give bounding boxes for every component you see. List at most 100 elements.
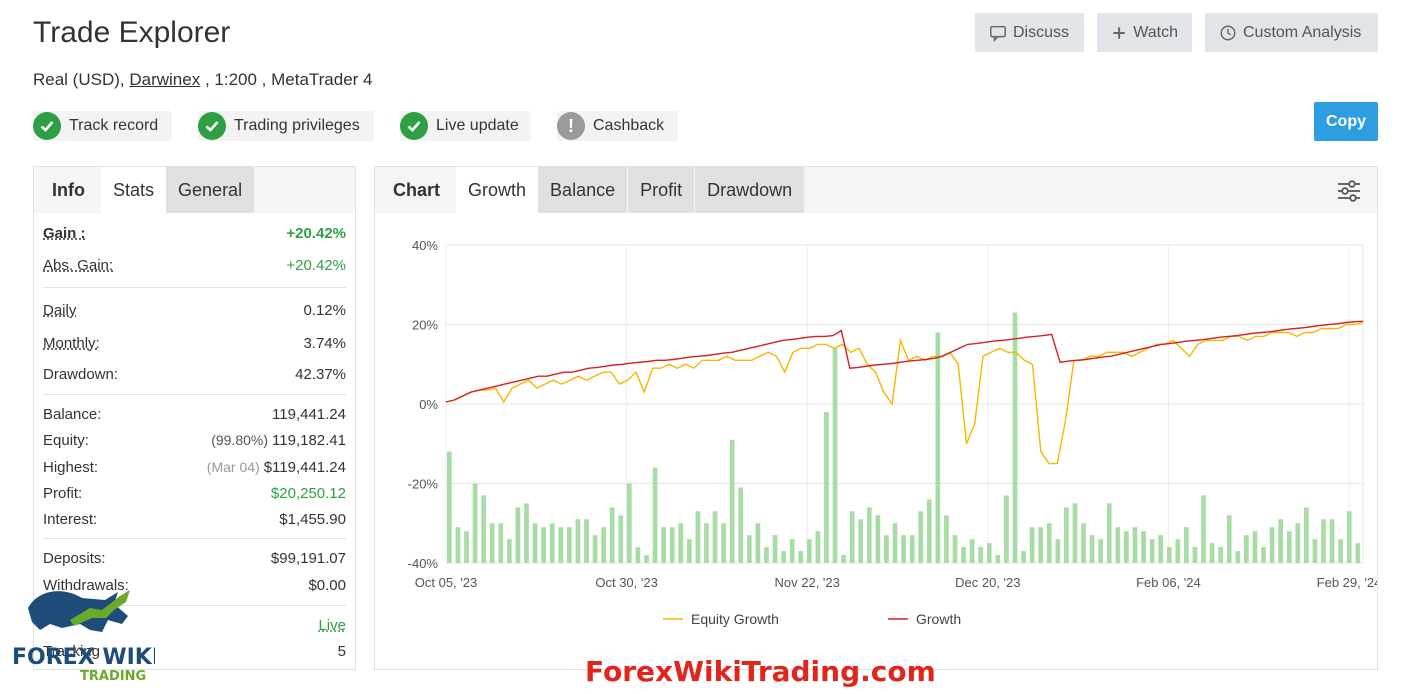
daily-bar (1081, 523, 1086, 563)
daily-bar (789, 539, 795, 563)
daily-bar (815, 531, 821, 563)
tab-growth[interactable]: Growth (456, 167, 539, 213)
broker-link[interactable]: Darwinex (129, 70, 200, 89)
daily-bar (472, 483, 478, 563)
daily-bar (1295, 523, 1301, 563)
daily-bar (961, 547, 966, 563)
tab-general[interactable]: General (166, 167, 255, 213)
watch-label: Watch (1133, 23, 1178, 41)
daily-bar (1321, 519, 1326, 563)
daily-bar (558, 527, 564, 563)
x-tick-label: Oct 05, '23 (415, 575, 477, 590)
daily-bar (1278, 519, 1284, 563)
daily-bar (1244, 535, 1249, 563)
daily-bar (1149, 539, 1155, 563)
check-icon (33, 112, 61, 140)
gain-value: +20.42% (286, 224, 346, 242)
monthly-label[interactable]: Monthly: (43, 335, 100, 352)
svg-text:TRADING: TRADING (80, 669, 146, 684)
legend-label: Equity Growth (691, 611, 779, 627)
profit-value: $20,250.12 (270, 484, 346, 502)
y-tick-label: 20% (412, 318, 438, 333)
daily-bar (1141, 531, 1146, 563)
daily-bar (1098, 539, 1104, 563)
daily-bar (1184, 527, 1189, 563)
daily-bar (729, 439, 735, 563)
daily-bar (969, 539, 975, 563)
tab-drawdown[interactable]: Drawdown (695, 167, 805, 213)
daily-value: 0.12% (303, 302, 346, 319)
daily-bar (1012, 312, 1018, 563)
daily-bar (1346, 511, 1352, 563)
copy-button[interactable]: Copy (1314, 102, 1378, 141)
daily-bar (986, 543, 992, 563)
watch-button[interactable]: Watch (1097, 13, 1192, 52)
daily-bar (704, 523, 709, 563)
daily-bar (781, 551, 786, 563)
page-title: Trade Explorer (33, 16, 231, 49)
daily-bar (584, 519, 589, 563)
daily-bar (532, 523, 538, 563)
daily-bar (524, 503, 529, 563)
daily-bar (1201, 495, 1206, 563)
daily-bar (944, 515, 949, 563)
daily-bar (892, 523, 898, 563)
tab-stats[interactable]: Stats (101, 167, 167, 213)
daily-bar (1175, 539, 1181, 563)
daily-bar (978, 547, 984, 563)
verification-badges: Track record Trading privileges Live upd… (33, 111, 678, 141)
daily-bar (875, 515, 881, 563)
daily-bar (686, 539, 692, 563)
info-tabs: Info Stats General (34, 167, 355, 213)
daily-bar (1132, 527, 1138, 563)
daily-bar (1261, 547, 1266, 563)
daily-bar (1089, 535, 1095, 563)
account-subtitle: Real (USD), Darwinex , 1:200 , MetaTrade… (33, 70, 373, 90)
daily-bar (592, 535, 598, 563)
daily-label[interactable]: Daily (43, 302, 76, 319)
daily-bar (1355, 543, 1361, 563)
tab-info[interactable]: Info (34, 167, 101, 213)
daily-bar (481, 495, 486, 563)
balance-label: Balance: (43, 405, 102, 423)
abs-gain-label[interactable]: Abs. Gain: (43, 257, 113, 274)
deposits-label: Deposits: (43, 550, 106, 567)
tab-chart[interactable]: Chart (375, 167, 457, 213)
daily-bar (1286, 531, 1292, 563)
daily-bar (824, 411, 829, 563)
clock-icon (1220, 25, 1236, 40)
daily-bar (1226, 515, 1232, 563)
daily-bar (1312, 539, 1318, 563)
daily-bar (746, 535, 752, 563)
withdrawals-value: $0.00 (308, 577, 346, 594)
account-type: Real (USD), (33, 70, 130, 89)
badge-trading-privileges: Trading privileges (198, 111, 374, 141)
daily-bar (1338, 539, 1344, 563)
x-tick-label: Oct 30, '23 (595, 575, 657, 590)
chart-settings-icon[interactable] (1335, 177, 1363, 205)
daily-bar (1055, 539, 1061, 563)
daily-bar (952, 535, 958, 563)
tab-profit[interactable]: Profit (628, 167, 696, 213)
daily-bar (935, 332, 941, 563)
plus-icon (1113, 26, 1125, 39)
daily-bar (515, 507, 521, 563)
gain-label[interactable]: Gain : (43, 225, 86, 242)
daily-bar (626, 483, 632, 563)
daily-bar (918, 511, 924, 563)
daily-bar (832, 348, 838, 563)
daily-bar (601, 527, 606, 563)
daily-bar (669, 527, 675, 563)
highest-label: Highest: (43, 458, 99, 476)
daily-bar (1029, 527, 1035, 563)
equity-label: Equity: (43, 432, 89, 449)
equity-percent: (99.80%) (211, 432, 269, 448)
daily-bar (455, 527, 461, 563)
monthly-value: 3.74% (303, 335, 346, 352)
daily-bar (1064, 507, 1069, 563)
check-icon (400, 112, 428, 140)
y-tick-label: 40% (412, 238, 438, 253)
discuss-button[interactable]: Discuss (975, 13, 1084, 52)
tab-balance[interactable]: Balance (538, 167, 629, 213)
custom-analysis-button[interactable]: Custom Analysis (1205, 13, 1378, 52)
